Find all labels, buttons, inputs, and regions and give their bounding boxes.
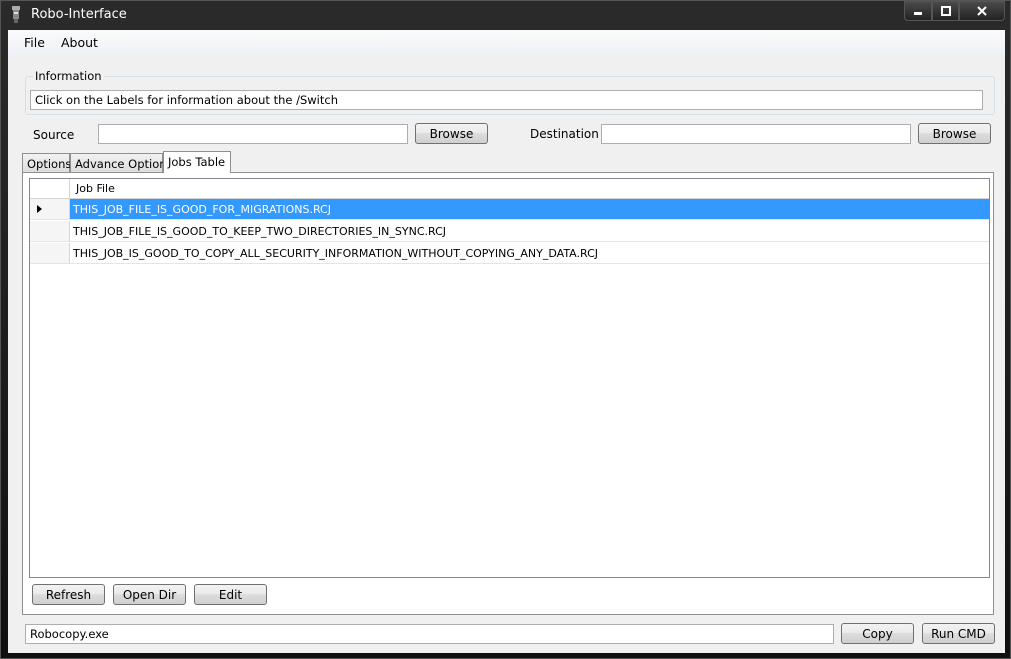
- close-icon: [977, 6, 987, 16]
- source-browse-button[interactable]: Browse: [415, 123, 488, 144]
- menu-file[interactable]: File: [24, 35, 45, 50]
- destination-browse-button[interactable]: Browse: [918, 123, 991, 144]
- copy-button[interactable]: Copy: [841, 623, 914, 644]
- run-cmd-button[interactable]: Run CMD: [922, 623, 995, 644]
- menu-bar: File About: [8, 30, 1005, 55]
- column-header-job-file[interactable]: Job File: [70, 179, 989, 199]
- open-dir-button[interactable]: Open Dir: [113, 584, 186, 605]
- row-header[interactable]: [30, 243, 70, 264]
- row-header[interactable]: [30, 221, 70, 242]
- edit-button[interactable]: Edit: [194, 584, 267, 605]
- row-header[interactable]: [30, 199, 70, 220]
- table-row[interactable]: THIS_JOB_IS_GOOD_TO_COPY_ALL_SECURITY_IN…: [30, 243, 989, 264]
- maximize-button[interactable]: [932, 1, 959, 21]
- tab-jobs-table[interactable]: Jobs Table: [163, 151, 231, 173]
- current-row-arrow-icon: [37, 205, 42, 213]
- information-legend: Information: [33, 69, 104, 83]
- grid-corner[interactable]: [30, 179, 70, 199]
- table-row[interactable]: THIS_JOB_FILE_IS_GOOD_FOR_MIGRATIONS.RCJ: [30, 199, 989, 220]
- maximize-icon: [940, 6, 951, 16]
- job-file-cell[interactable]: THIS_JOB_IS_GOOD_TO_COPY_ALL_SECURITY_IN…: [70, 243, 989, 264]
- jobs-grid[interactable]: Job File THIS_JOB_FILE_IS_GOOD_FOR_MIGRA…: [29, 178, 990, 578]
- information-text: Click on the Labels for information abou…: [30, 90, 983, 110]
- tab-options[interactable]: Options: [22, 153, 71, 173]
- client-area: File About Information Click on the Labe…: [8, 30, 1005, 653]
- grid-header: Job File: [30, 179, 989, 199]
- window-title: Robo-Interface: [31, 7, 127, 22]
- refresh-button[interactable]: Refresh: [32, 584, 105, 605]
- command-field[interactable]: Robocopy.exe: [25, 624, 834, 644]
- menu-about[interactable]: About: [61, 35, 98, 50]
- jobs-table-panel: Job File THIS_JOB_FILE_IS_GOOD_FOR_MIGRA…: [22, 172, 994, 615]
- information-group: Information Click on the Labels for info…: [25, 69, 995, 115]
- tab-advance-options[interactable]: Advance Options: [70, 153, 173, 173]
- minimize-button[interactable]: [904, 1, 932, 21]
- job-file-cell[interactable]: THIS_JOB_FILE_IS_GOOD_FOR_MIGRATIONS.RCJ: [70, 199, 989, 220]
- close-button[interactable]: [959, 1, 1005, 21]
- title-bar[interactable]: Robo-Interface: [1, 1, 1010, 29]
- destination-input[interactable]: [601, 124, 911, 144]
- job-file-cell[interactable]: THIS_JOB_FILE_IS_GOOD_TO_KEEP_TWO_DIRECT…: [70, 221, 989, 242]
- source-label[interactable]: Source: [33, 128, 74, 142]
- source-input[interactable]: [98, 124, 408, 144]
- window-controls: [904, 1, 1005, 21]
- app-icon: [12, 6, 20, 23]
- table-row[interactable]: THIS_JOB_FILE_IS_GOOD_TO_KEEP_TWO_DIRECT…: [30, 221, 989, 242]
- destination-label[interactable]: Destination: [530, 127, 599, 141]
- app-window: Robo-Interface File About Information Cl…: [0, 0, 1011, 659]
- minimize-icon: [914, 12, 922, 15]
